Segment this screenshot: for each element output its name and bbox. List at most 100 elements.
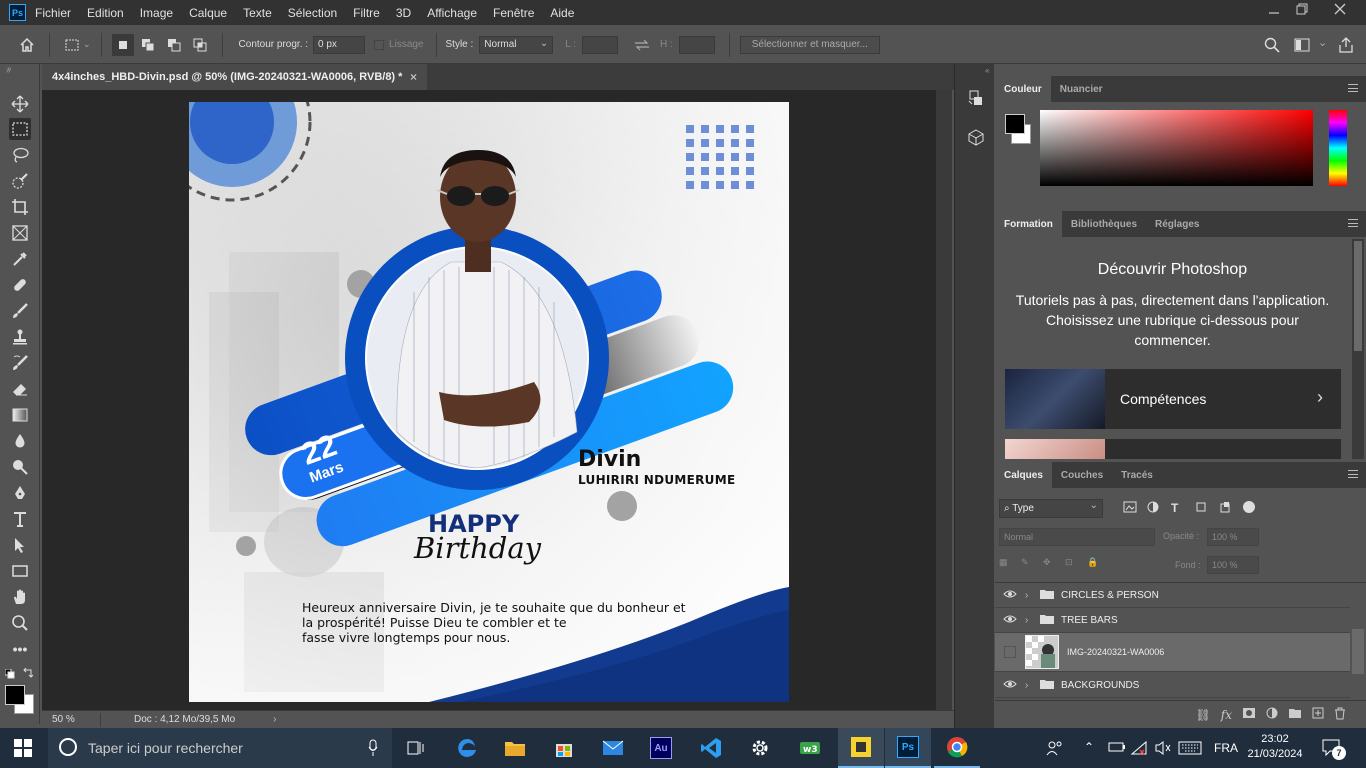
chevron-right-icon[interactable]: › (1025, 590, 1039, 601)
contour-field[interactable]: 0 px (313, 35, 366, 54)
restore-button[interactable] (1296, 3, 1308, 18)
tab-bibliotheques[interactable]: Bibliothèques (1062, 211, 1146, 237)
color-field[interactable] (1040, 110, 1313, 186)
eraser-tool-icon[interactable] (9, 378, 31, 400)
style-select[interactable]: Normal ⌄ (479, 35, 554, 54)
menu-calque[interactable]: Calque (189, 6, 227, 20)
clone-stamp-tool-icon[interactable] (9, 326, 31, 348)
layer-filter-select[interactable]: ⌕ Type ⌄ (999, 499, 1103, 518)
file-explorer-icon[interactable] (492, 728, 538, 768)
chevron-right-icon[interactable]: › (1025, 680, 1039, 691)
lissage-checkbox[interactable] (374, 39, 385, 50)
taskbar-search[interactable]: Taper ici pour rechercher (48, 728, 392, 768)
webserver-icon[interactable]: w3 (787, 728, 833, 768)
type-tool-icon[interactable] (9, 508, 31, 530)
new-layer-icon[interactable] (1312, 707, 1324, 722)
artboard[interactable]: 22 Mars Divin LUHIRIRI NDUMERUME HAPPY B… (189, 102, 789, 702)
layers-scrollbar[interactable] (1352, 629, 1364, 674)
adjustment-icon[interactable] (1266, 707, 1278, 722)
fill-field[interactable]: 100 % (1207, 556, 1259, 574)
search-icon[interactable] (1264, 37, 1280, 53)
store-icon[interactable] (541, 728, 587, 768)
settings-gear-icon[interactable] (737, 728, 783, 768)
history-panel-icon[interactable] (967, 89, 985, 110)
trash-icon[interactable] (1334, 707, 1346, 723)
more-tools-icon[interactable]: ••• (9, 638, 31, 660)
document-tab[interactable]: 4x4inches_HBD-Divin.psd @ 50% (IMG-20240… (42, 64, 427, 90)
chevron-right-icon[interactable]: › (273, 714, 276, 725)
filter-toggle[interactable] (1243, 501, 1255, 513)
subtract-selection-icon[interactable] (166, 37, 182, 53)
zoom-level[interactable]: 50 % (52, 714, 88, 725)
chrome-icon[interactable] (934, 728, 980, 768)
sticky-app-icon[interactable] (838, 728, 884, 768)
width-field[interactable] (582, 35, 619, 54)
marquee-preset-icon[interactable] (64, 37, 80, 53)
windows-start-icon[interactable] (0, 728, 46, 768)
gradient-tool-icon[interactable] (9, 404, 31, 426)
volume-icon[interactable] (1154, 740, 1172, 759)
chevron-up-icon[interactable]: ⌃ (1084, 740, 1094, 754)
eye-icon[interactable] (995, 679, 1025, 692)
dodge-tool-icon[interactable] (9, 456, 31, 478)
keyboard-icon[interactable] (1178, 741, 1202, 758)
select-and-mask-button[interactable]: Sélectionner et masquer... (739, 35, 880, 54)
eye-icon[interactable] (995, 589, 1025, 602)
menu-3d[interactable]: 3D (396, 6, 411, 20)
tab-couleur[interactable]: Couleur (995, 76, 1051, 102)
swap-colors-icon[interactable] (22, 667, 34, 679)
next-card[interactable] (1005, 439, 1341, 459)
marquee-tool-icon[interactable] (9, 118, 31, 140)
fg-color-chip[interactable] (1005, 114, 1025, 134)
menu-image[interactable]: Image (140, 6, 173, 20)
history-brush-tool-icon[interactable] (9, 352, 31, 374)
crop-tool-icon[interactable] (9, 196, 31, 218)
filter-adjustment-icon[interactable] (1147, 501, 1171, 516)
menu-aide[interactable]: Aide (550, 6, 574, 20)
close-window-button[interactable] (1334, 3, 1346, 18)
lock-all-icon[interactable]: 🔒 (1087, 557, 1109, 568)
3d-panel-icon[interactable] (967, 128, 985, 149)
layer-row-selected[interactable]: IMG-20240321-WA0006 (995, 633, 1350, 672)
chevron-right-icon[interactable]: › (1025, 615, 1039, 626)
minimize-button[interactable] (1268, 4, 1280, 19)
menu-texte[interactable]: Texte (243, 6, 272, 20)
new-selection-icon[interactable] (111, 33, 134, 56)
home-icon[interactable] (19, 37, 35, 53)
network-icon[interactable] (1130, 740, 1148, 759)
tab-couches[interactable]: Couches (1052, 462, 1112, 488)
clock[interactable]: 23:02 21/03/2024 (1244, 732, 1306, 762)
eyedropper-tool-icon[interactable] (9, 248, 31, 270)
panel-menu-icon[interactable] (1348, 84, 1358, 92)
people-icon[interactable] (1046, 740, 1064, 759)
menu-edition[interactable]: Edition (87, 6, 124, 20)
vertical-scrollbar[interactable] (936, 90, 952, 710)
tab-calques[interactable]: Calques (995, 462, 1052, 488)
layer-row[interactable]: › TREE BARS (995, 608, 1350, 633)
share-icon[interactable] (1338, 37, 1354, 53)
tab-formation[interactable]: Formation (995, 211, 1062, 237)
skills-card[interactable]: Compétences › (1005, 369, 1341, 429)
opacity-field[interactable]: 100 % (1207, 528, 1259, 546)
hand-tool-icon[interactable] (9, 586, 31, 608)
chevron-down-icon[interactable]: ⌄ (83, 39, 91, 50)
blend-mode-select[interactable]: Normal (999, 528, 1155, 546)
chevron-down-icon[interactable]: ⌄ (1318, 36, 1327, 49)
path-selection-tool-icon[interactable] (9, 534, 31, 556)
tab-nuancier[interactable]: Nuancier (1051, 76, 1112, 102)
rectangle-tool-icon[interactable] (9, 560, 31, 582)
language-indicator[interactable]: FRA (1214, 741, 1238, 755)
panel-menu-icon[interactable] (1348, 470, 1358, 478)
menu-fenetre[interactable]: Fenêtre (493, 6, 534, 20)
panel-menu-icon[interactable] (1348, 219, 1358, 227)
add-selection-icon[interactable] (140, 37, 156, 53)
menu-affichage[interactable]: Affichage (427, 6, 477, 20)
visibility-box[interactable] (995, 646, 1025, 658)
close-tab-icon[interactable]: × (410, 70, 417, 84)
healing-brush-tool-icon[interactable] (9, 274, 31, 296)
default-colors-icon[interactable] (4, 668, 15, 679)
hue-slider[interactable] (1329, 110, 1347, 186)
foreground-color-swatch[interactable] (5, 685, 25, 705)
learn-scrollbar[interactable] (1352, 239, 1364, 459)
lasso-tool-icon[interactable] (9, 144, 31, 166)
